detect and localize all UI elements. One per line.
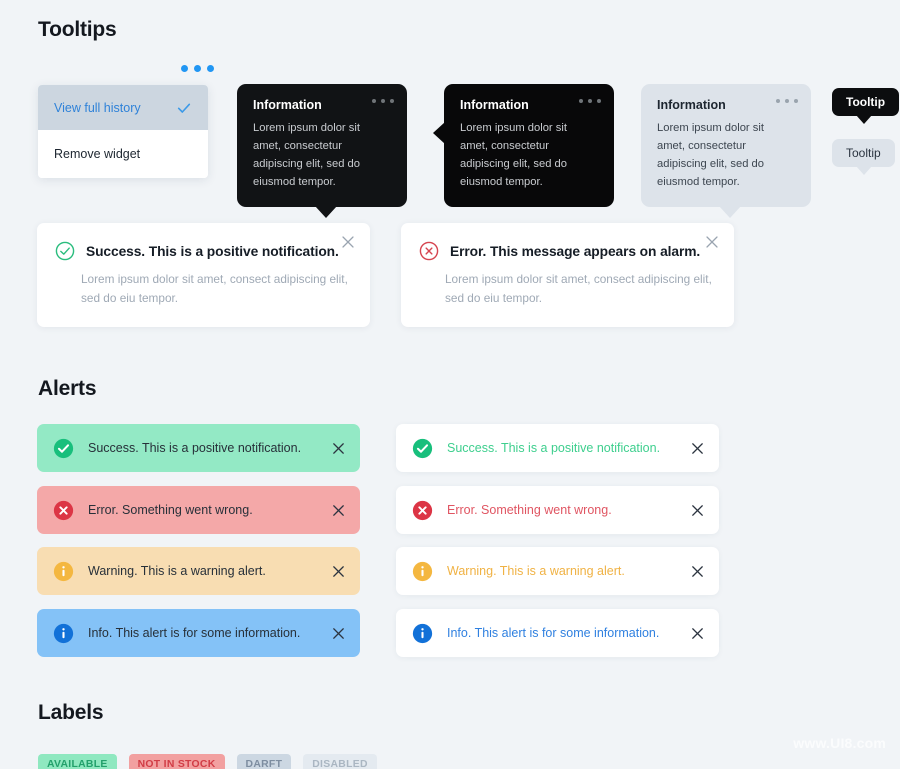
- dot: [207, 65, 214, 72]
- tooltip-pill-light[interactable]: Tooltip: [832, 139, 895, 167]
- tooltip-arrow-down-icon: [856, 115, 872, 124]
- notification-body: Lorem ipsum dolor sit amet, consect adip…: [401, 261, 734, 308]
- tooltip-pill-label: Tooltip: [846, 95, 885, 109]
- close-icon[interactable]: [690, 626, 705, 641]
- tooltip-pill-label: Tooltip: [846, 146, 881, 160]
- dropdown-item-view-full-history[interactable]: View full history: [38, 85, 208, 130]
- tooltip-pill-dark[interactable]: Tooltip: [832, 88, 899, 116]
- dot: [372, 99, 376, 103]
- tooltip-card-title: Information: [253, 98, 391, 112]
- tooltip-card-body: Lorem ipsum dolor sit amet, consectetur …: [657, 119, 795, 191]
- dot: [381, 99, 385, 103]
- close-icon[interactable]: [331, 503, 346, 518]
- tooltip-arrow-left-icon: [433, 122, 445, 144]
- close-icon[interactable]: [704, 234, 720, 250]
- tooltip-card-title: Information: [657, 98, 795, 112]
- check-circle-outline-icon: [55, 241, 75, 261]
- alert-text: Warning. This is a warning alert.: [88, 564, 331, 578]
- dot: [776, 99, 780, 103]
- check-circle-filled-icon: [412, 438, 433, 459]
- more-dots-icon[interactable]: [181, 65, 214, 72]
- notification-title: Success. This is a positive notification…: [86, 244, 339, 259]
- close-icon[interactable]: [690, 441, 705, 456]
- tooltip-card-information-light[interactable]: Information Lorem ipsum dolor sit amet, …: [641, 84, 811, 207]
- check-circle-filled-icon: [53, 438, 74, 459]
- tooltip-arrow-down-icon: [315, 206, 337, 218]
- alert-solid-info[interactable]: Info. This alert is for some information…: [37, 609, 360, 657]
- alert-text: Error. Something went wrong.: [447, 503, 690, 517]
- close-icon[interactable]: [331, 441, 346, 456]
- dot: [390, 99, 394, 103]
- dot: [579, 99, 583, 103]
- tooltip-arrow-down-icon: [719, 206, 741, 218]
- check-icon: [176, 100, 192, 116]
- info-circle-filled-icon: [412, 623, 433, 644]
- dot: [785, 99, 789, 103]
- notification-header: Error. This message appears on alarm.: [401, 223, 734, 261]
- alert-text: Info. This alert is for some information…: [88, 626, 331, 640]
- notification-card-success[interactable]: Success. This is a positive notification…: [37, 223, 370, 327]
- alert-text: Error. Something went wrong.: [88, 503, 331, 517]
- tooltip-card-information-dark[interactable]: Information Lorem ipsum dolor sit amet, …: [237, 84, 407, 207]
- dropdown-item-remove-widget[interactable]: Remove widget: [38, 130, 208, 178]
- more-dots-icon[interactable]: [579, 99, 601, 103]
- close-icon[interactable]: [690, 503, 705, 518]
- tooltip-card-information-black[interactable]: Information Lorem ipsum dolor sit amet, …: [444, 84, 614, 207]
- tooltip-card-body: Lorem ipsum dolor sit amet, consectetur …: [253, 119, 391, 191]
- close-icon[interactable]: [340, 234, 356, 250]
- label-chip-available[interactable]: AVAILABLE: [38, 754, 117, 769]
- page-title-tooltips: Tooltips: [38, 18, 117, 42]
- notification-title: Error. This message appears on alarm.: [450, 244, 700, 259]
- alert-solid-warning[interactable]: Warning. This is a warning alert.: [37, 547, 360, 595]
- alert-text: Success. This is a positive notification…: [447, 441, 690, 455]
- info-circle-filled-icon: [53, 561, 74, 582]
- error-circle-filled-icon: [53, 500, 74, 521]
- dropdown-menu[interactable]: View full history Remove widget: [38, 85, 208, 178]
- alert-plain-success[interactable]: Success. This is a positive notification…: [396, 424, 719, 472]
- notification-body: Lorem ipsum dolor sit amet, consect adip…: [37, 261, 370, 308]
- tooltip-card-body: Lorem ipsum dolor sit amet, consectetur …: [460, 119, 598, 191]
- tooltip-card-title: Information: [460, 98, 598, 112]
- dot: [588, 99, 592, 103]
- error-circle-filled-icon: [412, 500, 433, 521]
- more-dots-icon[interactable]: [372, 99, 394, 103]
- tooltip-arrow-down-icon: [856, 166, 872, 175]
- dot: [194, 65, 201, 72]
- page-root: Tooltips View full history Remove widget…: [0, 0, 900, 769]
- dropdown-item-label: Remove widget: [54, 147, 140, 161]
- label-chip-disabled[interactable]: DISABLED: [303, 754, 377, 769]
- notification-header: Success. This is a positive notification…: [37, 223, 370, 261]
- notification-card-error[interactable]: Error. This message appears on alarm. Lo…: [401, 223, 734, 327]
- close-icon[interactable]: [331, 626, 346, 641]
- alert-plain-info[interactable]: Info. This alert is for some information…: [396, 609, 719, 657]
- info-circle-filled-icon: [412, 561, 433, 582]
- alert-solid-success[interactable]: Success. This is a positive notification…: [37, 424, 360, 472]
- info-circle-filled-icon: [53, 623, 74, 644]
- page-title-alerts: Alerts: [38, 377, 96, 401]
- watermark: www.UI8.com: [793, 735, 886, 751]
- page-title-labels: Labels: [38, 701, 103, 725]
- close-icon[interactable]: [331, 564, 346, 579]
- alert-solid-error[interactable]: Error. Something went wrong.: [37, 486, 360, 534]
- dropdown-item-label: View full history: [54, 101, 141, 115]
- dot: [597, 99, 601, 103]
- alert-text: Info. This alert is for some information…: [447, 626, 690, 640]
- error-circle-outline-icon: [419, 241, 439, 261]
- label-chip-darft[interactable]: DARFT: [237, 754, 292, 769]
- labels-row: AVAILABLE NOT IN STOCK DARFT DISABLED: [38, 754, 377, 769]
- close-icon[interactable]: [690, 564, 705, 579]
- dot: [181, 65, 188, 72]
- more-dots-icon[interactable]: [776, 99, 798, 103]
- alert-text: Success. This is a positive notification…: [88, 441, 331, 455]
- alert-plain-warning[interactable]: Warning. This is a warning alert.: [396, 547, 719, 595]
- alert-text: Warning. This is a warning alert.: [447, 564, 690, 578]
- label-chip-not-in-stock[interactable]: NOT IN STOCK: [129, 754, 225, 769]
- dot: [794, 99, 798, 103]
- alert-plain-error[interactable]: Error. Something went wrong.: [396, 486, 719, 534]
